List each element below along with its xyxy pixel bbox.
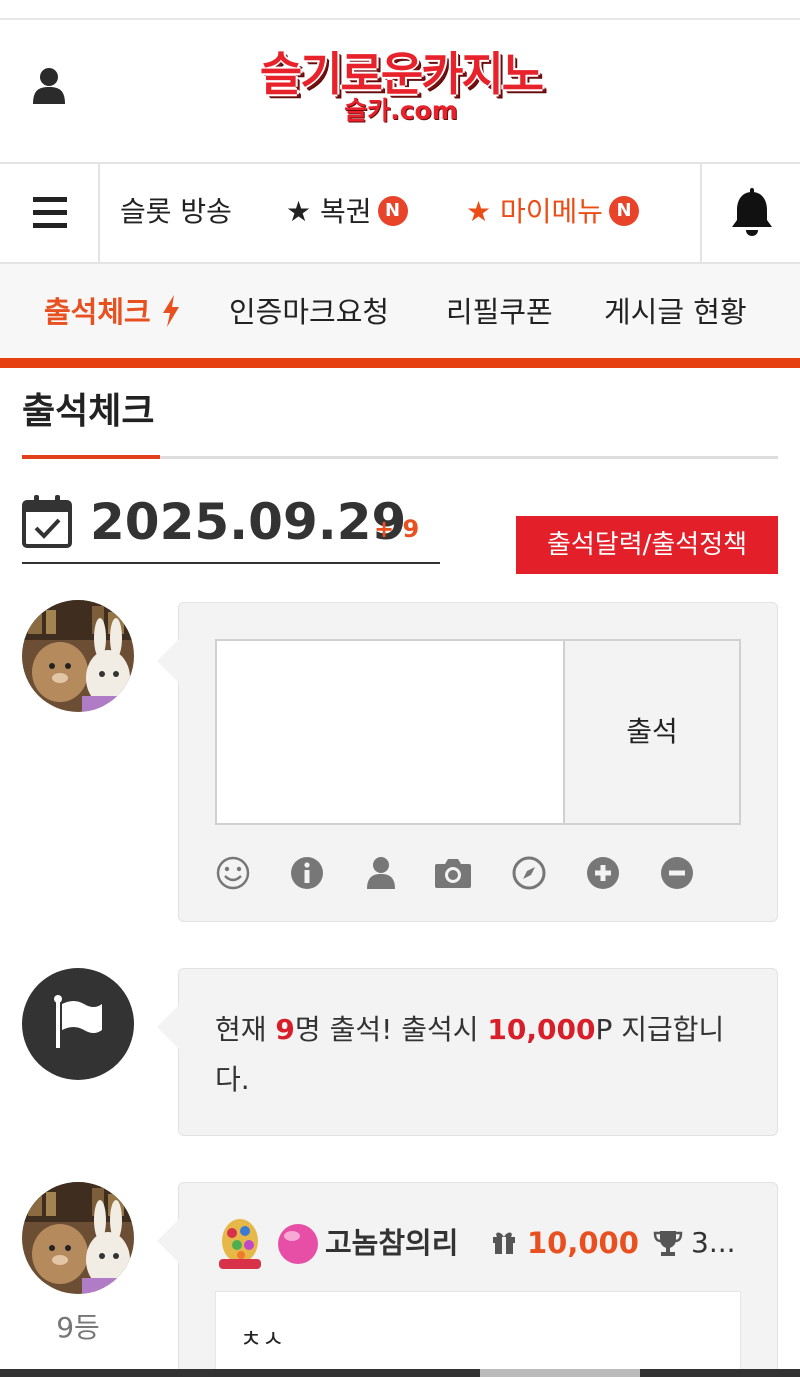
flag-icon xyxy=(54,995,102,1048)
nav-item-label: ★ 마이메뉴 xyxy=(466,195,604,228)
attendance-date: 2025.09.29 xyxy=(90,493,407,551)
speech-arrow xyxy=(157,1005,179,1049)
attendance-entry-box: 고놈참의리 10,000 3... ㅊㅅ xyxy=(157,1182,778,1377)
trophy-icon xyxy=(653,1229,683,1261)
scroll-thumb[interactable] xyxy=(480,1369,640,1377)
tab-refill-coupon[interactable]: 리필쿠폰 xyxy=(446,292,553,332)
tab-label: 출석체크 xyxy=(44,295,151,329)
site-header: 슬기로운카지노 슬카.com xyxy=(0,20,800,162)
entry-nickname[interactable]: 고놈참의리 xyxy=(325,1225,458,1261)
logo-sub-text: 슬카.com xyxy=(344,96,458,125)
reward-points: 10,000 xyxy=(487,1013,596,1046)
info-icon[interactable] xyxy=(289,855,325,891)
calendar-check-icon xyxy=(22,494,74,548)
tab-label: 인증마크요청 xyxy=(229,295,390,329)
nav-accent-bar xyxy=(0,358,800,368)
user-icon[interactable] xyxy=(363,855,399,891)
new-badge: N xyxy=(609,196,640,226)
tab-post-status[interactable]: 게시글 현황 xyxy=(604,292,747,332)
attendance-notice-text: 현재 9명 출석! 출석시 10,000P 지급합니다. xyxy=(215,1013,725,1096)
hamburger-menu-button[interactable] xyxy=(0,164,100,262)
attendance-form-box: 출석 xyxy=(157,602,778,922)
entry-meta-row: 고놈참의리 10,000 3... xyxy=(215,1217,755,1269)
entry-avatar[interactable] xyxy=(22,1182,134,1294)
notification-button[interactable] xyxy=(700,164,800,262)
site-logo[interactable]: 슬기로운카지노 슬카.com xyxy=(236,48,566,138)
lightning-icon xyxy=(162,295,179,327)
nav-item-slot-broadcast[interactable]: 슬롯 방송 xyxy=(120,192,232,232)
hamburger-icon xyxy=(33,197,67,228)
attendance-count-delta: + 9 xyxy=(374,515,420,543)
my-avatar xyxy=(22,600,134,712)
minus-circle-icon[interactable] xyxy=(659,855,695,891)
camera-icon[interactable] xyxy=(433,855,473,891)
date-row: 2025.09.29 + 9 xyxy=(22,494,440,564)
attendance-comment-input[interactable] xyxy=(215,639,565,825)
attendance-policy-button[interactable]: 출석달력/출석정책 xyxy=(516,516,778,574)
attendance-notice-box: 현재 9명 출석! 출석시 10,000P 지급합니다. xyxy=(157,968,778,1136)
tab-label: 게시글 현황 xyxy=(604,295,747,329)
user-icon[interactable] xyxy=(30,66,70,106)
compass-icon[interactable] xyxy=(511,855,547,891)
secondary-nav: 출석체크 인증마크요청 리필쿠폰 게시글 현황 xyxy=(0,264,800,360)
nav-item-label: 슬롯 방송 xyxy=(120,195,232,228)
nav-item-lottery[interactable]: ★ 복권 N xyxy=(286,192,408,232)
speech-arrow xyxy=(157,639,179,683)
notice-flag-badge xyxy=(22,968,134,1080)
smile-icon[interactable] xyxy=(215,855,251,891)
title-divider-accent xyxy=(22,455,160,459)
entry-points: 10,000 xyxy=(527,1226,639,1260)
entry-rank: 9등 xyxy=(56,1311,100,1344)
entry-trophy-count: 3... xyxy=(691,1226,736,1259)
page-title: 출석체크 xyxy=(22,391,155,432)
primary-nav: 슬롯 방송 ★ 복권 N ★ 마이메뉴 N xyxy=(0,162,800,264)
tab-attendance[interactable]: 출석체크 xyxy=(44,292,181,332)
plus-circle-icon[interactable] xyxy=(585,855,621,891)
entry-comment-box: ㅊㅅ xyxy=(215,1291,741,1377)
bell-icon xyxy=(732,188,772,236)
gift-icon xyxy=(491,1229,517,1259)
logo-main-text: 슬기로운카지노 xyxy=(259,47,544,101)
speech-arrow xyxy=(157,1219,179,1263)
tab-label: 리필쿠폰 xyxy=(446,295,553,329)
attend-submit-button[interactable]: 출석 xyxy=(563,639,741,825)
candy-icon xyxy=(277,1223,319,1269)
nav-item-label: ★ 복권 xyxy=(286,195,372,228)
tab-cert-mark-request[interactable]: 인증마크요청 xyxy=(229,292,389,332)
bottom-scroll-indicator xyxy=(0,1369,800,1377)
attendee-count: 9 xyxy=(275,1013,295,1046)
nav-item-my-menu[interactable]: ★ 마이메뉴 N xyxy=(466,192,640,232)
new-badge: N xyxy=(377,196,408,226)
entry-comment-text: ㅊㅅ xyxy=(240,1325,285,1353)
level-badge-icon xyxy=(215,1217,265,1275)
